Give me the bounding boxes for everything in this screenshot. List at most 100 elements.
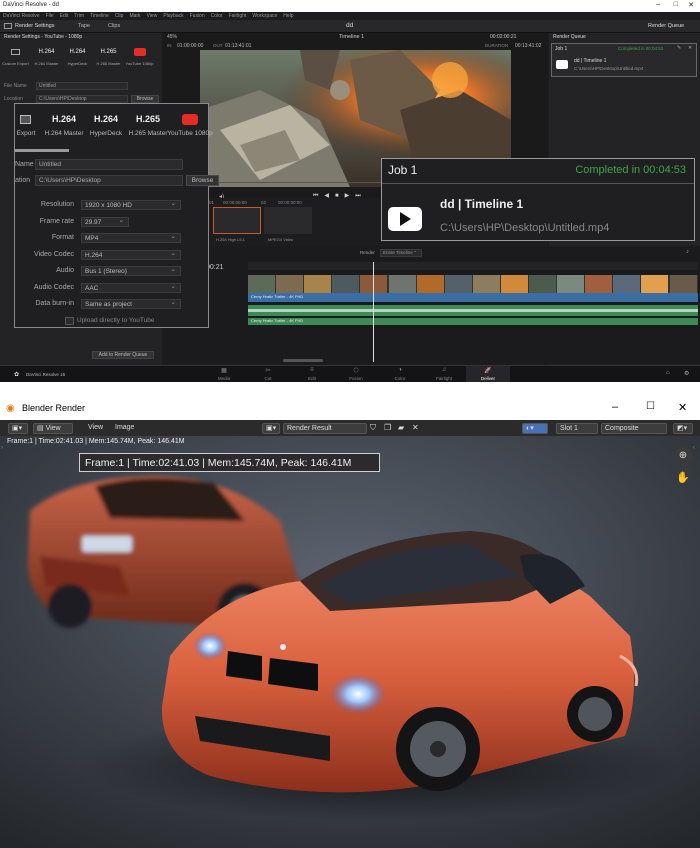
minimize-icon[interactable]: – [656,1,660,8]
upload-youtube-checkbox[interactable] [65,317,74,325]
timeline-ruler[interactable] [248,262,698,270]
preset-4[interactable]: YouTube 1080p [124,46,155,72]
preset-0[interactable]: Custom Export [0,46,31,72]
maximize-icon[interactable]: □ [674,1,678,8]
close-job-icon[interactable]: ✕ [688,45,692,51]
location-input[interactable]: C:\Users\HP\Desktop [36,95,128,103]
preset-3[interactable]: H.265 H.265 Master [93,46,124,72]
blender-close-icon[interactable]: ✕ [678,401,687,414]
timeline-name[interactable]: Timeline 1 [339,34,364,40]
unlink-image-icon[interactable]: ✕ [412,423,419,432]
blender-maximize-icon[interactable]: ☐ [646,401,655,412]
menu-item-6[interactable]: Mark [129,13,140,19]
popup-row-select-3[interactable]: H.264 [81,249,181,260]
menu-item-13[interactable]: Help [283,13,293,19]
fake-user-shield-icon[interactable]: ⛉ [370,423,376,433]
page-tab-cut[interactable]: ✂ Cut [246,366,290,382]
popup-row-select-1[interactable]: 29.97 [81,216,129,227]
render-settings-button[interactable]: Render Settings [15,23,54,29]
add-to-render-queue-button[interactable]: Add to Render Queue [92,351,154,359]
image-browse-button[interactable]: ▣▾ [262,423,280,434]
popup-file-name-input[interactable]: Untitled [35,159,183,170]
pan-hand-icon[interactable]: ✋ [674,469,692,487]
open-image-folder-icon[interactable]: ▰ [398,423,404,432]
page-tab-media[interactable]: ▦ Media [202,366,246,382]
menu-item-0[interactable]: DaVinci Resolve [3,13,40,19]
page-tab-fusion[interactable]: ⬡ Fusion [334,366,378,382]
video-clip-bar[interactable]: Cerny Hratic Trailer - 4K FHD [248,293,698,302]
render-canvas[interactable]: Frame:1 | Time:02:41.03 | Mem:145.74M, P… [0,436,700,848]
page-tab-fairlight[interactable]: ♫ Fairlight [422,366,466,382]
popup-preset-4[interactable]: YouTube 1080p [167,110,213,140]
render-layer-select[interactable]: Composite [601,423,667,434]
preset-1[interactable]: H.264 H.264 Master [31,46,62,72]
view-mode-select[interactable]: ▤ View [33,423,73,434]
page-tab-color[interactable]: ◑ Color [378,366,422,382]
popup-row-select-0[interactable]: 1920 x 1080 HD [81,199,181,210]
sidebar-expand-icon[interactable]: ‹ [693,445,695,451]
popup-preset-3[interactable]: H.265 H.265 Master [127,110,169,140]
render-job-card[interactable]: Job 1 Completed in 00:04:53 ✎ ✕ dd | Tim… [551,43,697,77]
audio-meter-icon[interactable]: ♪ [686,249,689,255]
preset-label: HyperDeck [67,61,88,66]
render-mode-select[interactable]: Entire Timeline [380,248,422,257]
close-icon[interactable]: ✕ [688,1,694,9]
tape-button[interactable]: Tape [78,23,90,29]
zoom-level[interactable]: 45% [167,34,177,40]
menu-item-9[interactable]: Fusion [190,13,205,19]
audio-clip-bar[interactable]: Cerny Hratic Trailer - 4K FHD [248,318,698,325]
blender-minimize-icon[interactable]: – [612,401,618,413]
menu-item-3[interactable]: Trim [74,13,84,19]
menu-item-11[interactable]: Fairlight [229,13,247,19]
edit-job-icon[interactable]: ✎ [677,45,681,51]
browse-button[interactable]: Browse [131,95,159,103]
popup-row-label-2: Format [51,234,74,241]
popup-preset-2[interactable]: H.264 HyperDeck [85,110,127,140]
popup-browse-button[interactable]: Browse [186,175,219,186]
clip-2-thumbnail[interactable] [264,207,312,234]
menu-item-8[interactable]: Playback [163,13,183,19]
duplicate-image-icon[interactable]: ❐ [384,423,391,432]
youtube-job-icon [556,60,568,69]
popup-row-select-2[interactable]: MP4 [81,232,181,243]
video-track-thumbnails[interactable] [248,275,698,293]
timeline-thumbnail-15 [669,275,697,293]
slot-select[interactable]: Slot 1 [556,423,598,434]
popup-preset-1[interactable]: H.264 H.264 Master [43,110,85,140]
settings-icon[interactable]: ⚙ [684,370,689,377]
popup-row-select-6[interactable]: Same as project [81,298,181,309]
render-queue-button[interactable]: Render Queue [648,23,684,29]
preset-codec-label: H.264 [69,49,86,55]
render-result-field[interactable]: Render Result [283,423,367,434]
page-tab-edit[interactable]: ≡ Edit [290,366,334,382]
preset-scroll-indicator[interactable] [15,149,69,152]
out-timecode: 01:13:41:01 [225,43,252,49]
page-tab-deliver[interactable]: 🚀 Deliver [466,366,510,382]
menu-item-1[interactable]: File [46,13,54,19]
editor-type-menu[interactable]: ▣▾ [8,423,28,434]
view-menu[interactable]: View [88,424,103,431]
menu-item-12[interactable]: Workspace [252,13,277,19]
audio-waveform-track[interactable] [248,305,698,316]
toolbar-expand-icon[interactable]: › [1,445,3,451]
popup-location-input[interactable]: C:\Users\HP\Desktop [35,175,183,186]
menu-item-7[interactable]: View [147,13,158,19]
menu-item-5[interactable]: Clip [115,13,124,19]
zoom-icon[interactable]: ⊕ [674,447,692,465]
timeline-scrollbar[interactable] [283,359,323,362]
sidebar-toggle-button[interactable]: ◩▾ [673,423,693,434]
render-settings-icon[interactable] [4,23,12,29]
menu-item-10[interactable]: Color [211,13,223,19]
popup-row-select-4[interactable]: Bus 1 (Stereo) [81,265,181,276]
menu-item-2[interactable]: Edit [60,13,69,19]
home-icon[interactable]: ⌂ [666,370,670,376]
preset-2[interactable]: H.264 HyperDeck [62,46,93,72]
popup-row-select-5[interactable]: AAC [81,282,181,293]
playhead[interactable] [373,262,374,362]
display-channels-select[interactable]: ◐▾ [522,423,548,434]
clips-button[interactable]: Clips [108,23,120,29]
image-menu[interactable]: Image [115,424,134,431]
menu-item-4[interactable]: Timeline [90,13,109,19]
clip-1-thumbnail[interactable] [213,207,261,234]
file-name-input[interactable]: Untitled [36,82,128,90]
